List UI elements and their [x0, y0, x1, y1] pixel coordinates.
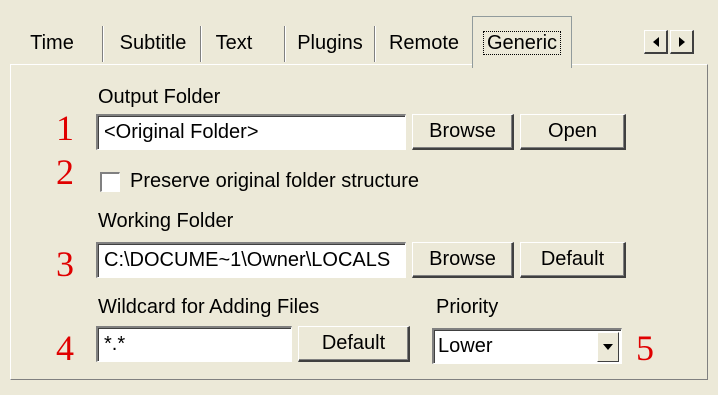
annotation-marker-3: 3: [56, 244, 74, 284]
priority-label: Priority: [436, 296, 499, 318]
preserve-structure-checkbox[interactable]: [100, 172, 120, 192]
annotation-marker-1: 1: [56, 108, 74, 148]
working-browse-button[interactable]: Browse: [412, 242, 514, 278]
tab-text-label: Text: [215, 31, 253, 54]
wildcard-default-button[interactable]: Default: [298, 326, 410, 362]
tab-time[interactable]: Time: [22, 22, 82, 64]
priority-select[interactable]: Lower: [432, 328, 622, 364]
tab-generic[interactable]: Generic: [472, 16, 572, 68]
annotation-marker-2: 2: [56, 152, 74, 192]
output-folder-label: Output Folder: [98, 86, 221, 108]
output-browse-button[interactable]: Browse: [412, 114, 514, 150]
triangle-right-icon: [678, 36, 685, 47]
working-folder-field[interactable]: C:\DOCUME~1\Owner\LOCALS: [96, 242, 406, 278]
working-folder-label: Working Folder: [98, 210, 234, 232]
tab-scroll-right-button[interactable]: [670, 30, 694, 54]
working-default-button[interactable]: Default: [520, 242, 626, 278]
tab-remote-label: Remote: [388, 31, 460, 54]
tab-separator: [102, 26, 104, 62]
wildcard-field[interactable]: *.*: [96, 326, 292, 362]
tab-plugins[interactable]: Plugins: [290, 22, 370, 64]
dropdown-arrow-icon[interactable]: [597, 332, 619, 362]
tab-remote[interactable]: Remote: [380, 22, 468, 64]
output-folder-field[interactable]: <Original Folder>: [96, 114, 406, 150]
chevron-down-icon: [603, 344, 613, 350]
tab-text[interactable]: Text: [206, 22, 262, 64]
tab-subtitle[interactable]: Subtitle: [108, 22, 198, 64]
tab-generic-label: Generic: [482, 30, 562, 55]
priority-selected-value: Lower: [438, 335, 493, 357]
tab-time-label: Time: [30, 31, 74, 54]
tab-separator: [284, 26, 286, 62]
output-open-button[interactable]: Open: [520, 114, 626, 150]
tab-separator: [200, 26, 202, 62]
triangle-left-icon: [652, 36, 659, 47]
annotation-marker-4: 4: [56, 328, 74, 368]
tab-bar: Time Subtitle Text Plugins Remote Generi…: [0, 0, 718, 68]
annotation-marker-5: 5: [636, 328, 654, 368]
tab-scroll-left-button[interactable]: [644, 30, 668, 54]
tab-separator: [374, 26, 376, 62]
preserve-structure-label[interactable]: Preserve original folder structure: [130, 170, 419, 193]
tab-plugins-label: Plugins: [297, 31, 363, 54]
tab-subtitle-label: Subtitle: [119, 31, 187, 54]
wildcard-label: Wildcard for Adding Files: [98, 296, 320, 318]
